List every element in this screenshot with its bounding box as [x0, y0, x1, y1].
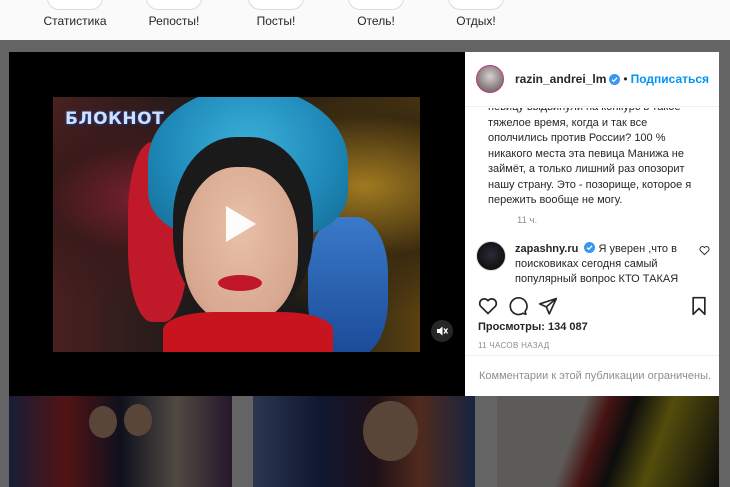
post-timestamp[interactable]: 11 ЧАСОВ НАЗАД — [478, 341, 549, 350]
comment-body: zapashny.ru Я уверен ,что в поисковиках … — [515, 242, 690, 287]
commenter-username[interactable]: zapashny.ru — [515, 243, 578, 255]
highlight-cover — [348, 0, 404, 10]
highlight-vacation[interactable]: Отдых! — [436, 0, 516, 28]
views-label: Просмотры: — [478, 321, 545, 333]
video-frame-part — [163, 312, 333, 352]
commenter-avatar[interactable] — [476, 241, 506, 271]
post-media[interactable]: БЛОКНОТ — [9, 52, 465, 396]
volume-muted-icon[interactable] — [431, 320, 453, 342]
view-count[interactable]: Просмотры: 134 087 — [478, 321, 588, 333]
like-icon[interactable] — [478, 296, 498, 316]
share-icon[interactable] — [538, 296, 558, 316]
verified-badge-icon — [609, 73, 621, 85]
post-side-panel: razin_andrei_lm • Подписаться певицу выд… — [465, 52, 719, 396]
highlight-label: Репосты! — [148, 14, 200, 28]
play-icon[interactable] — [214, 200, 262, 248]
highlight-statistics[interactable]: Статистика — [35, 0, 115, 28]
highlight-cover — [448, 0, 504, 10]
highlight-label: Статистика — [43, 14, 107, 28]
highlight-cover — [146, 0, 202, 10]
highlight-label: Отдых! — [456, 14, 496, 28]
highlight-hotel[interactable]: Отель! — [336, 0, 416, 28]
highlight-posts[interactable]: Посты! — [236, 0, 316, 28]
highlight-cover — [47, 0, 103, 10]
highlight-cover — [248, 0, 304, 10]
highlight-label: Посты! — [256, 14, 296, 28]
video-frame-part — [218, 275, 262, 291]
video-player[interactable]: БЛОКНОТ — [53, 97, 420, 352]
comment-icon[interactable] — [508, 296, 528, 316]
post-caption: певицу выдвинули на конкурс в такое тяже… — [488, 108, 692, 206]
like-comment-icon[interactable] — [699, 245, 710, 256]
video-watermark-logo: БЛОКНОТ — [65, 109, 165, 129]
separator-dot: • — [623, 72, 628, 86]
follow-button[interactable]: Подписаться — [631, 72, 709, 86]
highlight-label: Отель! — [357, 14, 395, 28]
author-username[interactable]: razin_andrei_lm — [515, 72, 606, 86]
post-header: razin_andrei_lm • Подписаться — [465, 52, 719, 107]
author-avatar[interactable] — [476, 65, 504, 93]
caption-timestamp: 11 ч. — [517, 215, 538, 226]
comments-limited-notice: Комментарии к этой публикации ограничены… — [465, 355, 719, 396]
post-actions — [465, 296, 719, 322]
views-number: 134 087 — [547, 321, 588, 333]
save-bookmark-icon[interactable] — [689, 296, 709, 316]
highlight-reposts[interactable]: Репосты! — [134, 0, 214, 28]
verified-badge-icon — [584, 242, 596, 253]
